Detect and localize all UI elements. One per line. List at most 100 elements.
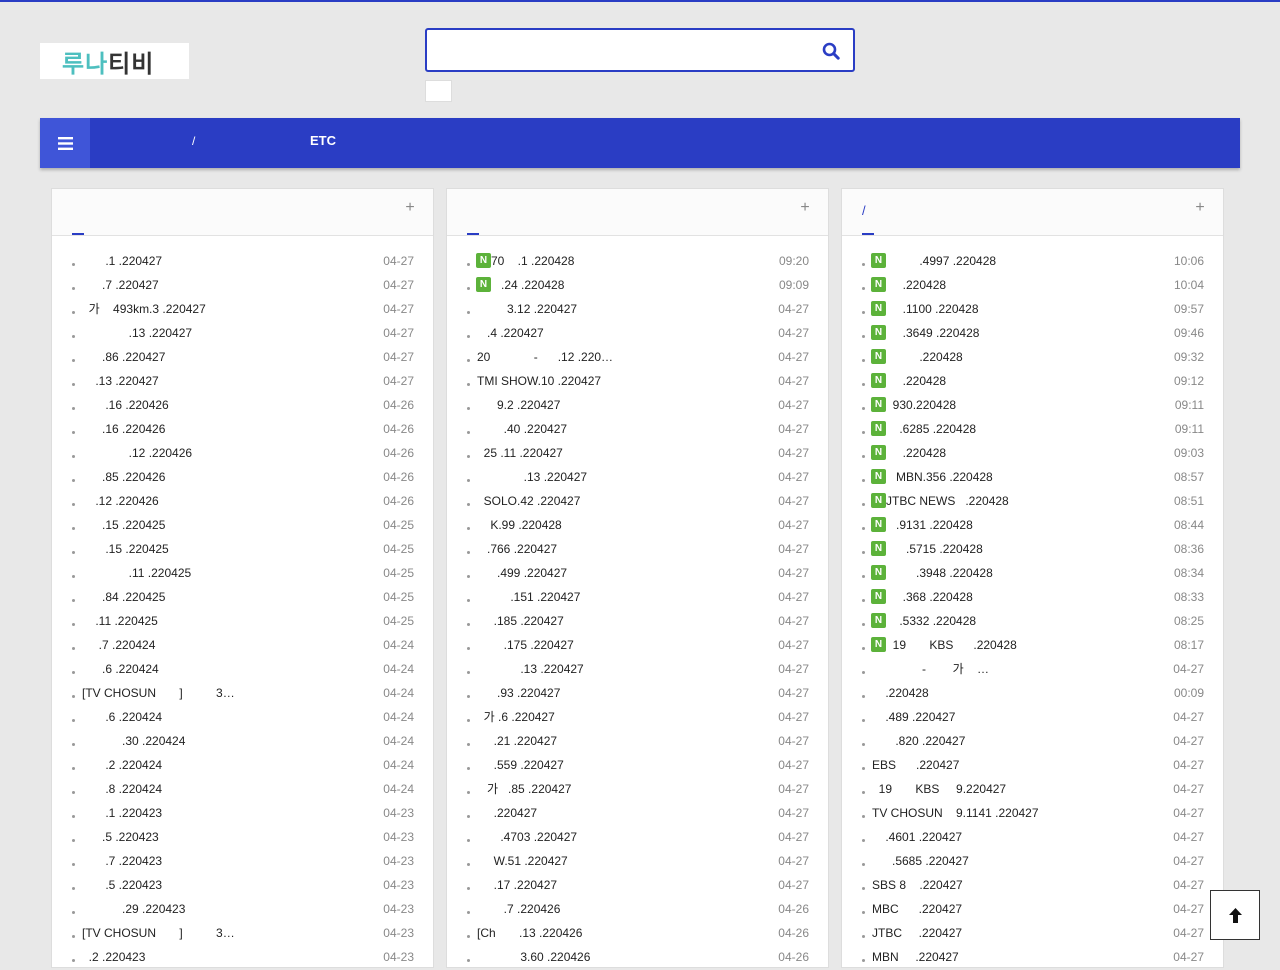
list-item[interactable]: JTBC .220427 04-27 — [842, 920, 1223, 944]
list-item[interactable]: N 930.220428 09:11 — [842, 392, 1223, 416]
post-title-link[interactable]: 가 493km.3 .220427 — [82, 296, 382, 322]
list-item[interactable]: .29 .220423 04-23 — [52, 896, 433, 920]
post-title-link[interactable]: .7 .220426 — [477, 896, 777, 922]
post-title-link[interactable]: [Ch .13 .220426 — [477, 920, 777, 946]
list-item[interactable]: .4601 .220427 04-27 — [842, 824, 1223, 848]
post-title-link[interactable]: .86 .220427 — [82, 344, 382, 370]
post-title-link[interactable]: .175 .220427 — [477, 632, 777, 658]
post-title-link[interactable]: .8 .220424 — [82, 776, 382, 802]
list-item[interactable]: .16 .220426 04-26 — [52, 392, 433, 416]
post-title-link[interactable]: TV CHOSUN 9.1141 .220427 — [872, 800, 1172, 826]
post-title-link[interactable]: MBC .220427 — [872, 896, 1172, 922]
post-title-link[interactable]: .220428 — [886, 272, 1186, 298]
back-to-top-button[interactable] — [1210, 890, 1260, 940]
post-title-link[interactable]: .29 .220423 — [82, 896, 382, 922]
list-item[interactable]: N .9131 .220428 08:44 — [842, 512, 1223, 536]
post-title-link[interactable]: .3948 .220428 — [886, 560, 1186, 586]
list-item[interactable]: SOLO.42 .220427 04-27 — [447, 488, 828, 512]
post-title-link[interactable]: .85 .220426 — [82, 464, 382, 490]
list-item[interactable]: .84 .220425 04-25 — [52, 584, 433, 608]
list-item[interactable]: N .5332 .220428 08:25 — [842, 608, 1223, 632]
post-title-link[interactable]: .820 .220427 — [872, 728, 1172, 754]
list-item[interactable]: .185 .220427 04-27 — [447, 608, 828, 632]
search-input[interactable] — [435, 36, 809, 66]
menu-button[interactable] — [40, 118, 90, 168]
post-title-link[interactable]: .6285 .220428 — [886, 416, 1186, 442]
list-item[interactable]: SBS 8 .220427 04-27 — [842, 872, 1223, 896]
list-item[interactable]: N .5715 .220428 08:36 — [842, 536, 1223, 560]
list-item[interactable]: N .220428 09:12 — [842, 368, 1223, 392]
list-item[interactable]: .175 .220427 04-27 — [447, 632, 828, 656]
post-title-link[interactable]: .5715 .220428 — [886, 536, 1186, 562]
post-title-link[interactable]: .11 .220425 — [82, 560, 382, 586]
post-title-link[interactable]: .489 .220427 — [872, 704, 1172, 730]
list-item[interactable]: N JTBC NEWS .220428 08:51 — [842, 488, 1223, 512]
list-item[interactable]: .12 .220426 04-26 — [52, 440, 433, 464]
post-title-link[interactable]: - 가 … — [872, 656, 1172, 682]
post-title-link[interactable]: .11 .220425 — [82, 608, 382, 634]
post-title-link[interactable]: .4 .220427 — [477, 320, 777, 346]
post-title-link[interactable]: .40 .220427 — [477, 416, 777, 442]
list-item[interactable]: TMI SHOW.10 .220427 04-27 — [447, 368, 828, 392]
post-title-link[interactable]: .220428 — [872, 680, 1172, 706]
list-item[interactable]: EBS .220427 04-27 — [842, 752, 1223, 776]
list-item[interactable]: .13 .220427 04-27 — [52, 368, 433, 392]
nav-item-1[interactable]: / — [192, 118, 195, 168]
post-title-link[interactable]: .30 .220424 — [82, 728, 382, 754]
post-title-link[interactable]: 20 - .12 .220… — [477, 344, 777, 370]
list-item[interactable]: .17 .220427 04-27 — [447, 872, 828, 896]
post-title-link[interactable]: .220428 — [886, 368, 1186, 394]
post-title-link[interactable]: .5 .220423 — [82, 824, 382, 850]
list-item[interactable]: 3.12 .220427 04-27 — [447, 296, 828, 320]
post-title-link[interactable]: 3.12 .220427 — [477, 296, 777, 322]
list-item[interactable]: .820 .220427 04-27 — [842, 728, 1223, 752]
list-item[interactable]: 19 KBS 9.220427 04-27 — [842, 776, 1223, 800]
post-title-link[interactable]: 9.2 .220427 — [477, 392, 777, 418]
list-item[interactable]: N 70 .1 .220428 09:20 — [447, 248, 828, 272]
post-title-link[interactable]: .559 .220427 — [477, 752, 777, 778]
post-title-link[interactable]: .9131 .220428 — [886, 512, 1186, 538]
list-item[interactable]: N .220428 09:03 — [842, 440, 1223, 464]
list-item[interactable]: 25 .11 .220427 04-27 — [447, 440, 828, 464]
plus-icon[interactable]: + — [1193, 200, 1207, 216]
panel-tab[interactable] — [467, 203, 479, 235]
post-title-link[interactable]: .4703 .220427 — [477, 824, 777, 850]
post-title-link[interactable]: .5332 .220428 — [886, 608, 1186, 634]
post-title-link[interactable]: .16 .220426 — [82, 416, 382, 442]
post-title-link[interactable]: .6 .220424 — [82, 704, 382, 730]
post-title-link[interactable]: 930.220428 — [886, 392, 1186, 418]
list-item[interactable]: .11 .220425 04-25 — [52, 608, 433, 632]
post-title-link[interactable]: JTBC NEWS .220428 — [886, 488, 1186, 514]
list-item[interactable]: .4 .220427 04-27 — [447, 320, 828, 344]
list-item[interactable]: N .4997 .220428 10:06 — [842, 248, 1223, 272]
post-title-link[interactable]: .1 .220427 — [82, 248, 382, 274]
post-title-link[interactable]: .499 .220427 — [477, 560, 777, 586]
post-title-link[interactable]: .7 .220427 — [82, 272, 382, 298]
list-item[interactable]: .151 .220427 04-27 — [447, 584, 828, 608]
list-item[interactable]: .766 .220427 04-27 — [447, 536, 828, 560]
post-title-link[interactable]: TMI SHOW.10 .220427 — [477, 368, 777, 394]
list-item[interactable]: .85 .220426 04-26 — [52, 464, 433, 488]
post-title-link[interactable]: .4601 .220427 — [872, 824, 1172, 850]
post-title-link[interactable]: .1100 .220428 — [886, 296, 1186, 322]
list-item[interactable]: .7 .220423 04-23 — [52, 848, 433, 872]
post-title-link[interactable]: .2 .220423 — [82, 944, 382, 970]
post-title-link[interactable]: .185 .220427 — [477, 608, 777, 634]
plus-icon[interactable]: + — [798, 200, 812, 216]
post-title-link[interactable]: 19 KBS .220428 — [886, 632, 1186, 658]
list-item[interactable]: [Ch .13 .220426 04-26 — [447, 920, 828, 944]
list-item[interactable]: .21 .220427 04-27 — [447, 728, 828, 752]
panel-tab[interactable] — [72, 203, 84, 235]
panel-tab[interactable]: / — [862, 203, 874, 235]
post-title-link[interactable]: JTBC .220427 — [872, 920, 1172, 946]
post-title-link[interactable]: .84 .220425 — [82, 584, 382, 610]
post-title-link[interactable]: 25 .11 .220427 — [477, 440, 777, 466]
post-title-link[interactable]: .220428 — [886, 440, 1186, 466]
list-item[interactable]: TV CHOSUN 9.1141 .220427 04-27 — [842, 800, 1223, 824]
post-title-link[interactable]: .13 .220427 — [477, 656, 777, 682]
post-title-link[interactable]: .17 .220427 — [477, 872, 777, 898]
list-item[interactable]: .7 .220427 04-27 — [52, 272, 433, 296]
list-item[interactable]: .7 .220424 04-24 — [52, 632, 433, 656]
list-item[interactable]: .559 .220427 04-27 — [447, 752, 828, 776]
list-item[interactable]: .15 .220425 04-25 — [52, 512, 433, 536]
